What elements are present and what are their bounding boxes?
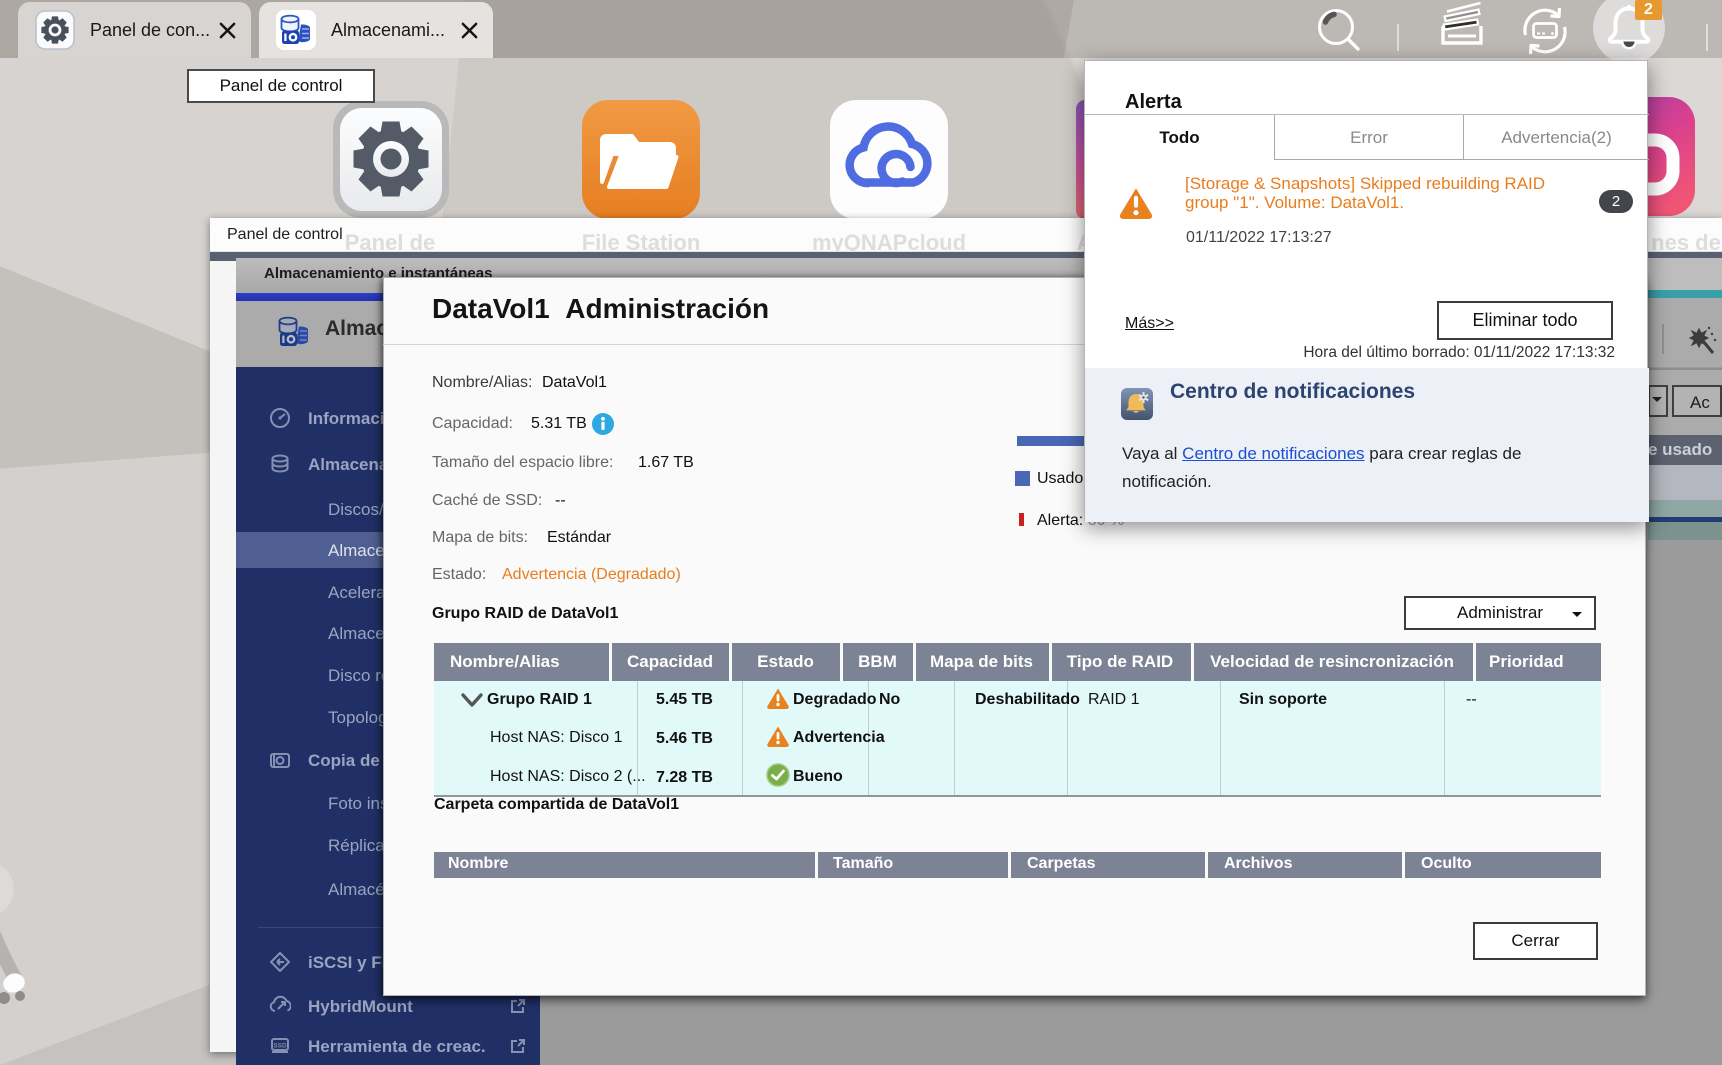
- svg-text:SSD: SSD: [273, 1043, 287, 1050]
